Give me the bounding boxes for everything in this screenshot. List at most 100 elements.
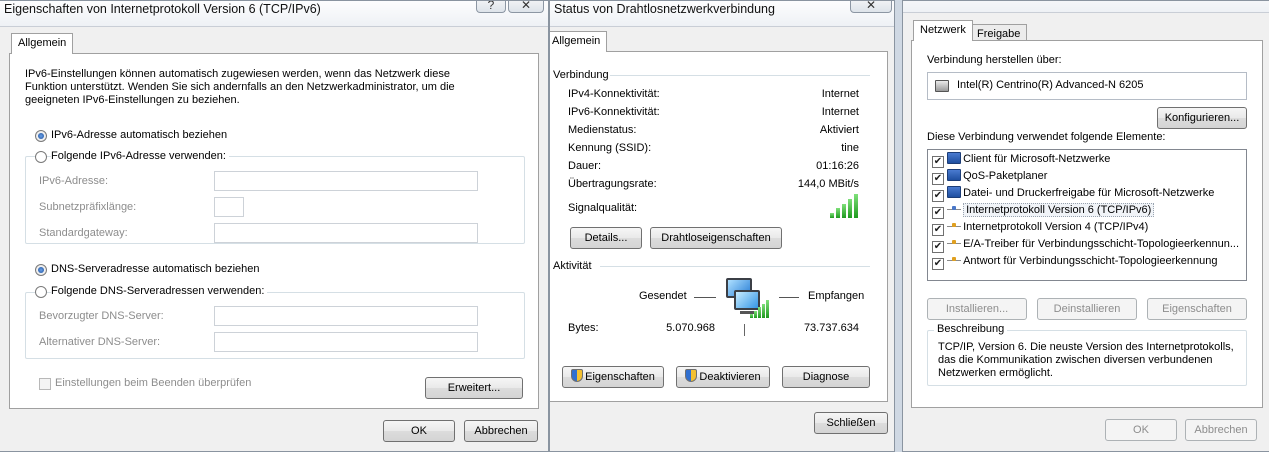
item-label: Internetprotokoll Version 4 (TCP/IPv4) [963, 221, 1149, 233]
list-item[interactable]: ✔ Internetprotokoll Version 4 (TCP/IPv4) [932, 220, 1148, 237]
wireless-status-titlebar[interactable]: Status von Drahtlosnetzwerkverbindung ✕ [550, 1, 894, 27]
item-checkbox[interactable]: ✔ [932, 241, 944, 253]
activity-signal-icon [750, 300, 772, 318]
window-title: Eigenschaften von Internetprotokoll Vers… [4, 2, 321, 16]
sent-label: Gesendet [639, 290, 687, 302]
row-value: 01:16:26 [816, 160, 859, 172]
close-icon[interactable]: ✕ [850, 1, 892, 13]
signal-bar [754, 311, 757, 318]
adapter-field: Intel(R) Centrino(R) Advanced-N 6205 [927, 72, 1247, 100]
manual-dns-radio[interactable] [35, 286, 47, 298]
item-label: QoS-Paketplaner [963, 170, 1048, 182]
signal-label: Signalqualität: [568, 202, 638, 214]
tab-general[interactable]: Allgemein [550, 31, 608, 52]
ok-button[interactable]: OK [1105, 419, 1177, 441]
properties-button[interactable]: Eigenschaften [562, 366, 664, 388]
preferred-dns-label: Bevorzugter DNS-Server: [39, 310, 164, 322]
list-item[interactable]: ✔ Client für Microsoft-Netzwerke [932, 152, 1110, 169]
list-item[interactable]: ✔ Antwort für Verbindungsschicht-Topolog… [932, 254, 1217, 271]
close-icon[interactable]: ✕ [508, 1, 544, 13]
row-label: Übertragungsrate: [568, 178, 657, 190]
item-properties-button[interactable]: Eigenschaften [1147, 298, 1247, 320]
row-label: IPv4-Konnektivität: [568, 88, 660, 100]
gateway-field[interactable] [214, 223, 478, 243]
uac-shield-icon [685, 369, 698, 382]
signal-bar [750, 314, 753, 318]
sent-line [694, 297, 716, 298]
qos-icon [947, 169, 962, 181]
alternate-dns-label: Alternativer DNS-Server: [39, 336, 161, 348]
gateway-label: Standardgateway: [39, 227, 128, 239]
section-connection: Verbindung [553, 69, 609, 81]
tab-general[interactable]: Allgemein [11, 33, 74, 54]
section-divider [600, 266, 870, 267]
signal-bar [762, 304, 765, 318]
auto-address-label[interactable]: IPv6-Adresse automatisch beziehen [51, 129, 227, 141]
close-button[interactable]: Schließen [814, 412, 888, 434]
window-title: Status von Drahtlosnetzwerkverbindung [554, 2, 775, 16]
item-label: Datei- und Druckerfreigabe für Microsoft… [963, 187, 1215, 199]
adapter-properties-titlebar[interactable] [903, 1, 1269, 13]
tab-sharing[interactable]: Freigabe [970, 24, 1028, 41]
item-checkbox[interactable]: ✔ [932, 258, 944, 270]
network-client-icon [947, 152, 962, 164]
details-button[interactable]: Details... [570, 227, 642, 249]
list-item[interactable]: ✔ E/A-Treiber für Verbindungsschicht-Top… [932, 237, 1239, 254]
ipv6-address-field[interactable] [214, 171, 478, 191]
item-checkbox[interactable]: ✔ [932, 156, 944, 168]
item-checkbox[interactable]: ✔ [932, 224, 944, 236]
signal-bar [830, 213, 834, 218]
validate-label[interactable]: Einstellungen beim Beenden überprüfen [55, 377, 251, 389]
properties-button-label: Eigenschaften [585, 371, 655, 383]
row-label: IPv6-Konnektivität: [568, 106, 660, 118]
ipv6-properties-titlebar[interactable]: Eigenschaften von Internetprotokoll Vers… [0, 1, 548, 27]
activity-divider [744, 324, 745, 336]
wireless-properties-button[interactable]: Drahtloseigenschaften [650, 227, 782, 249]
description-label: Beschreibung [934, 323, 1008, 335]
diagnose-button[interactable]: Diagnose [782, 366, 870, 388]
protocol-icon [947, 254, 962, 266]
list-item-selected[interactable]: ✔ Internetprotokoll Version 6 (TCP/IPv6) [932, 203, 1155, 220]
row-label: Kennung (SSID): [568, 142, 652, 154]
bytes-label: Bytes: [568, 322, 599, 334]
manual-address-label[interactable]: Folgende IPv6-Adresse verwenden: [51, 150, 229, 162]
adapter-properties-window: Freigabe Verbindung herstellen über: Int… [902, 0, 1269, 452]
advanced-button[interactable]: Erweitert... [425, 377, 523, 399]
help-icon[interactable]: ? [476, 1, 506, 13]
list-item[interactable]: ✔ QoS-Paketplaner [932, 169, 1047, 186]
section-divider [610, 75, 870, 76]
preferred-dns-field[interactable] [214, 306, 478, 326]
received-label: Empfangen [808, 290, 865, 302]
uninstall-button[interactable]: Deinstallieren [1037, 298, 1137, 320]
auto-address-radio[interactable] [35, 130, 47, 142]
deactivate-button[interactable]: Deaktivieren [676, 366, 770, 388]
prefix-length-field[interactable] [214, 197, 244, 217]
item-checkbox[interactable]: ✔ [932, 173, 944, 185]
cancel-button[interactable]: Abbrechen [464, 420, 538, 442]
tab-general-label: Allgemein [552, 35, 601, 47]
configure-button[interactable]: Konfigurieren... [1157, 107, 1247, 129]
row-value: tine [841, 142, 859, 154]
adapter-icon [935, 80, 949, 92]
tab-sharing-label: Freigabe [977, 28, 1021, 40]
install-button[interactable]: Installieren... [927, 298, 1027, 320]
intro-text: IPv6-Einstellungen können automatisch zu… [25, 68, 455, 106]
manual-address-radio[interactable] [35, 151, 47, 163]
list-item[interactable]: ✔ Datei- und Druckerfreigabe für Microso… [932, 186, 1214, 203]
validate-checkbox[interactable] [39, 378, 51, 390]
item-label: E/A-Treiber für Verbindungsschicht-Topol… [963, 238, 1240, 250]
deactivate-button-label: Deaktivieren [699, 371, 761, 383]
auto-dns-label[interactable]: DNS-Serveradresse automatisch beziehen [51, 263, 260, 275]
general-panel: IPv6-Einstellungen können automatisch zu… [9, 53, 539, 409]
ok-button[interactable]: OK [383, 420, 455, 442]
auto-dns-radio[interactable] [35, 264, 47, 276]
tab-network[interactable]: Netzwerk [913, 20, 973, 41]
item-checkbox[interactable]: ✔ [932, 207, 944, 219]
item-checkbox[interactable]: ✔ [932, 190, 944, 202]
alternate-dns-field[interactable] [214, 332, 478, 352]
cancel-button[interactable]: Abbrechen [1185, 419, 1257, 441]
manual-dns-label[interactable]: Folgende DNS-Serveradressen verwenden: [51, 285, 268, 297]
signal-bar [854, 194, 858, 218]
row-label: Medienstatus: [568, 124, 637, 136]
signal-bar [758, 307, 761, 318]
